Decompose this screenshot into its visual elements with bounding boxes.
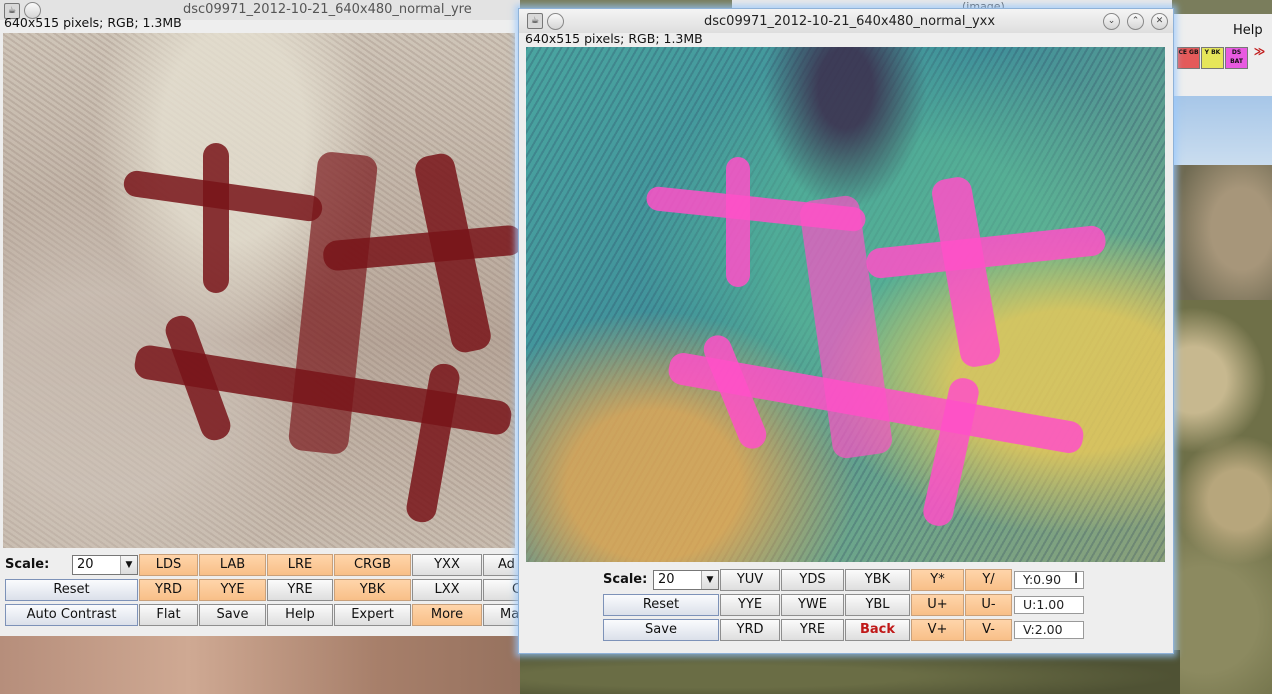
- right-scale-value: 20: [658, 572, 675, 587]
- text-cursor-icon: I: [1074, 571, 1079, 587]
- close-icon[interactable]: ✕: [1151, 13, 1168, 30]
- back-button[interactable]: Back: [845, 619, 910, 641]
- v-plus-button[interactable]: V+: [911, 619, 964, 641]
- u-minus-button[interactable]: U-: [965, 594, 1012, 616]
- flat-button[interactable]: Flat: [139, 604, 198, 626]
- more-arrow-button[interactable]: ≫: [1249, 46, 1270, 67]
- yre-button[interactable]: YRE: [267, 579, 333, 601]
- yds-button[interactable]: YDS: [781, 569, 844, 591]
- right-yre-button[interactable]: YRE: [781, 619, 844, 641]
- java-app-icon[interactable]: ☕: [527, 13, 543, 29]
- background-sky: [1170, 95, 1272, 175]
- c-button-partial[interactable]: C: [483, 579, 520, 601]
- u-plus-button[interactable]: U+: [911, 594, 964, 616]
- right-image-info: 640x515 pixels; RGB; 1.3MB: [525, 31, 703, 46]
- mini-button-dsbat[interactable]: DS BAT: [1225, 47, 1248, 69]
- right-yrd-button[interactable]: YRD: [720, 619, 780, 641]
- pictograph-stroke: [929, 174, 1003, 370]
- right-scale-label: Scale:: [603, 572, 648, 587]
- lxx-button[interactable]: LXX: [412, 579, 482, 601]
- left-window-title: dsc09971_2012-10-21_640x480_normal_yre: [183, 2, 472, 17]
- menu-help[interactable]: Help: [1233, 23, 1263, 38]
- pictograph-stroke: [726, 157, 750, 287]
- left-reset-button[interactable]: Reset: [5, 579, 138, 601]
- lre-button[interactable]: LRE: [267, 554, 333, 576]
- background-brush: [1160, 300, 1272, 694]
- right-scale-select[interactable]: 20 ▼: [653, 570, 719, 590]
- background-window[interactable]: Help CE GB Y BK DS BAT ≫: [1170, 14, 1272, 96]
- yre-image-canvas[interactable]: [3, 33, 520, 548]
- ad-button-partial[interactable]: Ad: [483, 554, 520, 576]
- window-menu-icon[interactable]: [547, 13, 564, 30]
- background-ground: [520, 650, 1180, 694]
- y-divide-button[interactable]: Y/: [965, 569, 1012, 591]
- lds-button[interactable]: LDS: [139, 554, 198, 576]
- pictograph-stroke: [404, 361, 462, 525]
- left-image-info: 640x515 pixels; RGB; 1.3MB: [4, 15, 182, 30]
- yuv-button[interactable]: YUV: [720, 569, 780, 591]
- right-titlebar[interactable]: ☕ dsc09971_2012-10-21_640x480_normal_yxx…: [519, 9, 1173, 33]
- lab-button[interactable]: LAB: [199, 554, 266, 576]
- crgb-button[interactable]: CRGB: [334, 554, 411, 576]
- right-window-title: dsc09971_2012-10-21_640x480_normal_yxx: [704, 14, 996, 29]
- yxx-image-canvas[interactable]: [526, 47, 1165, 562]
- minimize-icon[interactable]: ⌄: [1103, 13, 1120, 30]
- right-yye-button[interactable]: YYE: [720, 594, 780, 616]
- left-image-window: ☕ dsc09971_2012-10-21_640x480_normal_yre…: [0, 0, 520, 636]
- left-scale-select[interactable]: 20 ▼: [72, 555, 138, 575]
- left-scale-label: Scale:: [5, 557, 50, 572]
- yye-button[interactable]: YYE: [199, 579, 266, 601]
- yrd-button[interactable]: YRD: [139, 579, 198, 601]
- left-scale-value: 20: [77, 557, 94, 572]
- more-button[interactable]: More: [412, 604, 482, 626]
- v-minus-button[interactable]: V-: [965, 619, 1012, 641]
- ywe-button[interactable]: YWE: [781, 594, 844, 616]
- right-save-button[interactable]: Save: [603, 619, 719, 641]
- ybk-button[interactable]: YBK: [334, 579, 411, 601]
- mini-button-ybk[interactable]: Y BK: [1201, 47, 1224, 69]
- chevron-down-icon: ▼: [701, 571, 718, 589]
- auto-contrast-button[interactable]: Auto Contrast: [5, 604, 138, 626]
- ma-button-partial[interactable]: Ma: [483, 604, 520, 626]
- chevron-down-icon: ▼: [120, 556, 137, 574]
- right-reset-button[interactable]: Reset: [603, 594, 719, 616]
- help-button[interactable]: Help: [267, 604, 333, 626]
- right-ybk-button[interactable]: YBK: [845, 569, 910, 591]
- u-value-field[interactable]: U:1.00: [1014, 596, 1084, 614]
- background-rock: [0, 636, 540, 694]
- v-value-field[interactable]: V:2.00: [1014, 621, 1084, 639]
- y-multiply-button[interactable]: Y*: [911, 569, 964, 591]
- expert-button[interactable]: Expert: [334, 604, 411, 626]
- maximize-icon[interactable]: ⌃: [1127, 13, 1144, 30]
- pictograph-stroke: [203, 143, 229, 293]
- ybl-button[interactable]: YBL: [845, 594, 910, 616]
- mini-button-cegb[interactable]: CE GB: [1177, 47, 1200, 69]
- left-save-button[interactable]: Save: [199, 604, 266, 626]
- yxx-button[interactable]: YXX: [412, 554, 482, 576]
